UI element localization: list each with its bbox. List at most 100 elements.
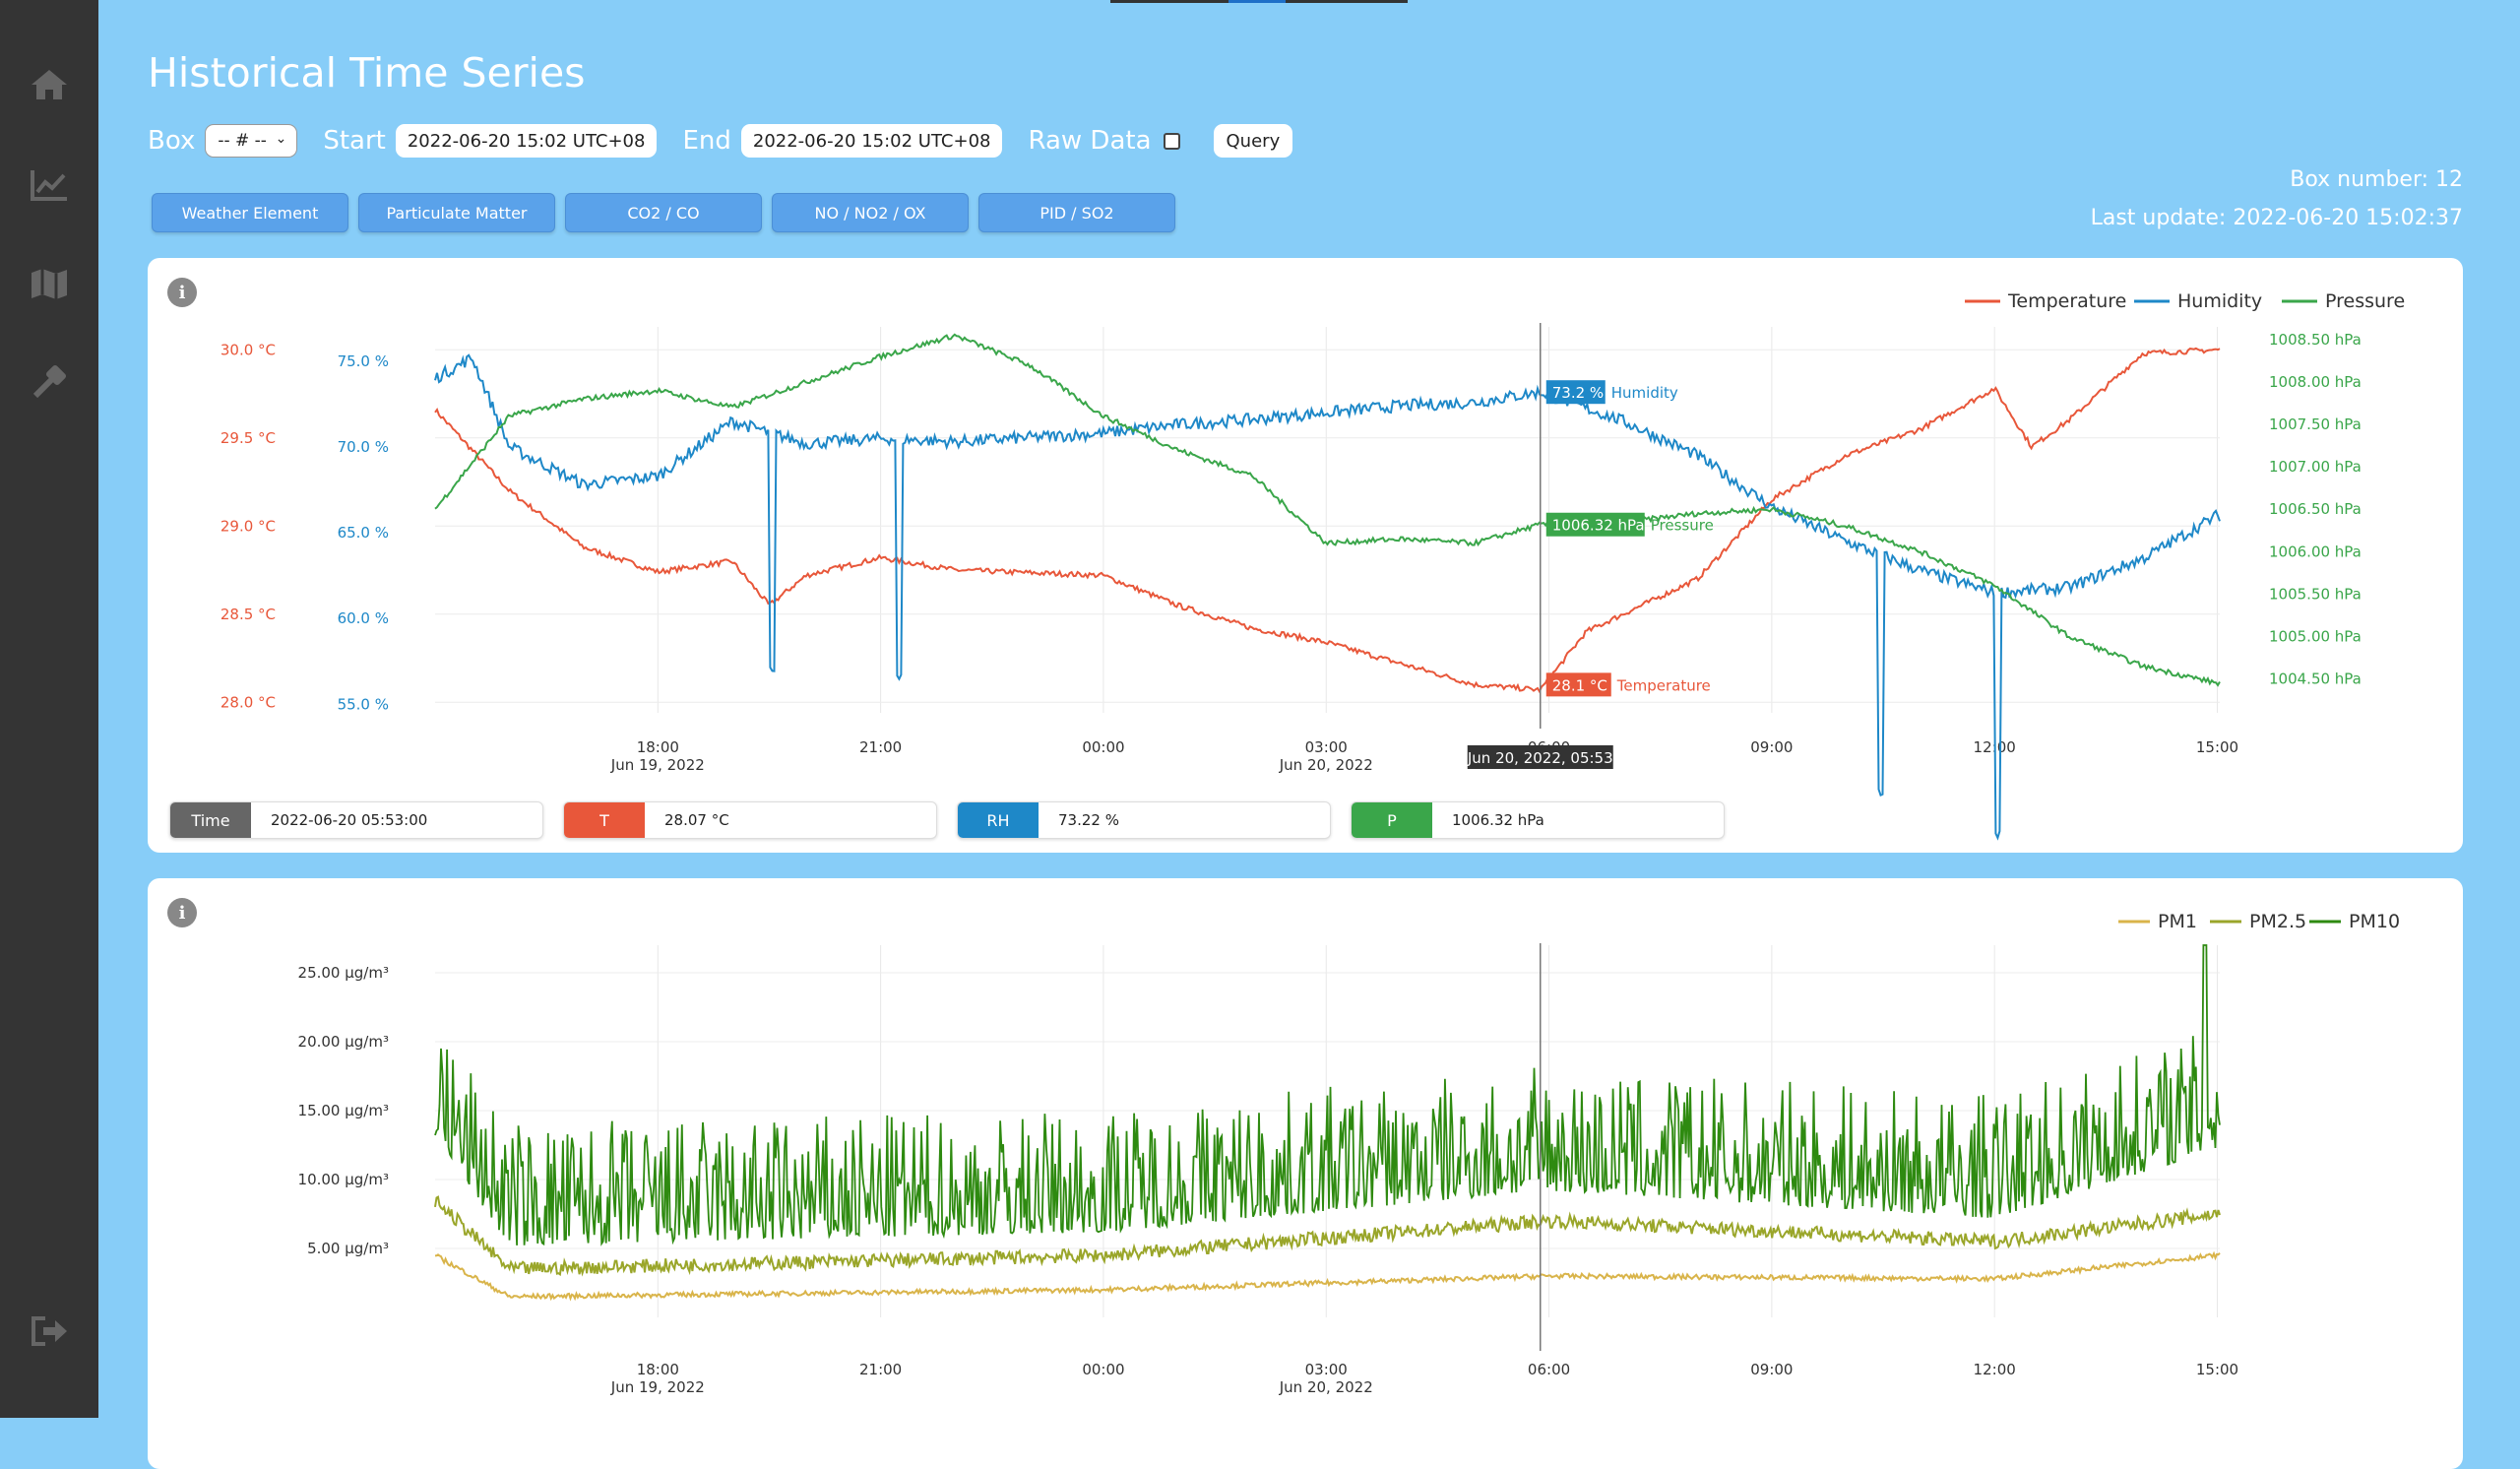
x-tick-label: 03:00	[1305, 738, 1348, 756]
legend-label: Temperature	[2007, 290, 2126, 312]
cursor-time-label: Jun 20, 2022, 05:53	[1467, 749, 1613, 767]
pressure-tick-label: 1008.50 hPa	[2269, 331, 2362, 349]
pm-series-line	[434, 1195, 2221, 1277]
pressure-tick-label: 1004.50 hPa	[2269, 671, 2362, 688]
map-icon[interactable]	[26, 260, 73, 307]
x-tick-label: 12:00	[1974, 1361, 2016, 1378]
temperature-tick-label: 28.0 °C	[220, 693, 276, 711]
x-date-label: Jun 19, 2022	[610, 1378, 705, 1396]
x-tick-label: 00:00	[1082, 738, 1124, 756]
pressure-tick-label: 1006.50 hPa	[2269, 500, 2362, 518]
home-icon[interactable]	[26, 61, 73, 108]
box-info: Box number: 12 Last update: 2022-06-20 1…	[2091, 167, 2463, 244]
temperature-tick-label: 29.5 °C	[220, 429, 276, 447]
pressure-tick-label: 1007.00 hPa	[2269, 458, 2362, 476]
category-tab[interactable]: Particulate Matter	[358, 193, 555, 232]
humidity-tick-label: 55.0 %	[338, 695, 389, 713]
pm-series-line	[434, 944, 2221, 1246]
legend-label: PM10	[2349, 911, 2400, 932]
readout-time: Time 2022-06-20 05:53:00	[169, 801, 543, 839]
pressure-tick-label: 1005.50 hPa	[2269, 585, 2362, 603]
legend-label: Pressure	[2325, 290, 2405, 312]
category-tab[interactable]: PID / SO2	[978, 193, 1175, 232]
page-title: Historical Time Series	[148, 49, 586, 96]
x-tick-label: 09:00	[1750, 738, 1793, 756]
humidity-tick-label: 70.0 %	[338, 438, 389, 456]
wrench-icon[interactable]	[26, 358, 73, 406]
pm-series-line	[434, 1250, 2221, 1302]
humidity-tick-label: 65.0 %	[338, 524, 389, 542]
pm-chart[interactable]: 18:00 21:00 00:00 03:00 06:00 09:00 12:00 15:00…	[148, 878, 2463, 1418]
temperature-tick-label: 28.5 °C	[220, 606, 276, 623]
readout-value: 28.07 °C	[664, 811, 729, 829]
raw-data-checkbox[interactable]	[1163, 132, 1180, 150]
weather-chart[interactable]: 18:0021:0000:0003:0006:0009:0012:0015:00…	[148, 258, 2463, 853]
cursor-temperature-name: Temperature	[1616, 676, 1711, 694]
x-tick-label: 15:00	[2196, 1361, 2238, 1378]
chart-line-icon[interactable]	[26, 161, 73, 209]
legend-label: PM1	[2158, 911, 2197, 932]
readout-value: 1006.32 hPa	[1452, 811, 1544, 829]
readout-value: 73.22 %	[1058, 811, 1119, 829]
pm-tick-label: 10.00 µg/m³	[298, 1171, 389, 1188]
readout-tag: T	[564, 802, 645, 838]
cursor-temperature-value: 28.1 °C	[1552, 676, 1607, 694]
legend-label: PM2.5	[2249, 911, 2306, 932]
x-tick-label: 09:00	[1750, 1361, 1793, 1378]
readout-value: 2022-06-20 05:53:00	[271, 811, 428, 829]
cursor-humidity-value: 73.2 %	[1552, 384, 1604, 402]
x-tick-label: 21:00	[859, 738, 902, 756]
start-datetime-input[interactable]: 2022-06-20 15:02 UTC+08	[395, 124, 658, 158]
readout-p: P 1006.32 hPa	[1351, 801, 1725, 839]
top-tab-indicator-active	[1228, 0, 1286, 3]
end-label: End	[682, 126, 731, 156]
cursor-humidity-name: Humidity	[1611, 384, 1678, 402]
x-date-label: Jun 19, 2022	[610, 756, 705, 774]
box-select-value: -- # --	[218, 131, 267, 151]
start-label: Start	[323, 126, 386, 156]
chevron-down-icon: ⌄	[275, 131, 287, 147]
readout-tag: RH	[958, 802, 1039, 838]
pressure-tick-label: 1007.50 hPa	[2269, 415, 2362, 433]
x-tick-label: 18:00	[637, 1361, 679, 1378]
readout-tag: P	[1352, 802, 1432, 838]
logout-icon[interactable]	[26, 1308, 73, 1355]
top-tab-indicator	[1110, 0, 1228, 3]
pressure-tick-label: 1005.00 hPa	[2269, 627, 2362, 645]
category-tabs: Weather Element Particulate Matter CO2 / C…	[152, 193, 1185, 232]
x-date-label: Jun 20, 2022	[1279, 1378, 1373, 1396]
pm-tick-label: 25.00 µg/m³	[298, 964, 389, 982]
end-datetime-input[interactable]: 2022-06-20 15:02 UTC+08	[740, 124, 1003, 158]
humidity-tick-label: 60.0 %	[338, 609, 389, 627]
x-tick-label: 00:00	[1082, 1361, 1124, 1378]
last-update: Last update: 2022-06-20 15:02:37	[2090, 206, 2463, 230]
x-tick-label: 18:00	[637, 738, 679, 756]
x-tick-label: 03:00	[1305, 1361, 1348, 1378]
legend-label: Humidity	[2177, 290, 2262, 312]
raw-data-label: Raw Data	[1028, 126, 1152, 156]
query-button[interactable]: Query	[1213, 124, 1293, 158]
x-tick-label: 15:00	[2196, 738, 2238, 756]
pressure-series-line	[434, 333, 2221, 687]
cursor-readouts: Time 2022-06-20 05:53:00 T 28.07 °C RH 73.22 …	[169, 801, 1744, 839]
temperature-tick-label: 30.0 °C	[220, 341, 276, 358]
category-tab[interactable]: CO2 / CO	[565, 193, 762, 232]
temperature-series-line	[434, 347, 2221, 694]
readout-rh: RH 73.22 %	[957, 801, 1331, 839]
box-select[interactable]: -- # -- ⌄	[205, 124, 298, 158]
readout-tag: Time	[170, 802, 251, 838]
category-tab[interactable]: NO / NO2 / OX	[772, 193, 969, 232]
category-tab[interactable]: Weather Element	[152, 193, 348, 232]
weather-chart-panel: i 18:0021:0000:0003:0006:0009:0012:0015:…	[148, 258, 2463, 853]
x-date-label: Jun 20, 2022	[1279, 756, 1373, 774]
temperature-tick-label: 29.0 °C	[220, 517, 276, 535]
top-tab-indicator	[1286, 0, 1408, 3]
pressure-tick-label: 1006.00 hPa	[2269, 543, 2362, 560]
sidebar	[0, 0, 98, 1418]
pm-tick-label: 5.00 µg/m³	[307, 1240, 389, 1257]
query-toolbar: Box -- # -- ⌄ Start 2022-06-20 15:02 UTC…	[148, 122, 1293, 160]
pressure-tick-label: 1008.00 hPa	[2269, 373, 2362, 391]
box-label: Box	[148, 126, 196, 156]
cursor-pressure-name: Pressure	[1651, 517, 1714, 535]
x-tick-label: 21:00	[859, 1361, 902, 1378]
